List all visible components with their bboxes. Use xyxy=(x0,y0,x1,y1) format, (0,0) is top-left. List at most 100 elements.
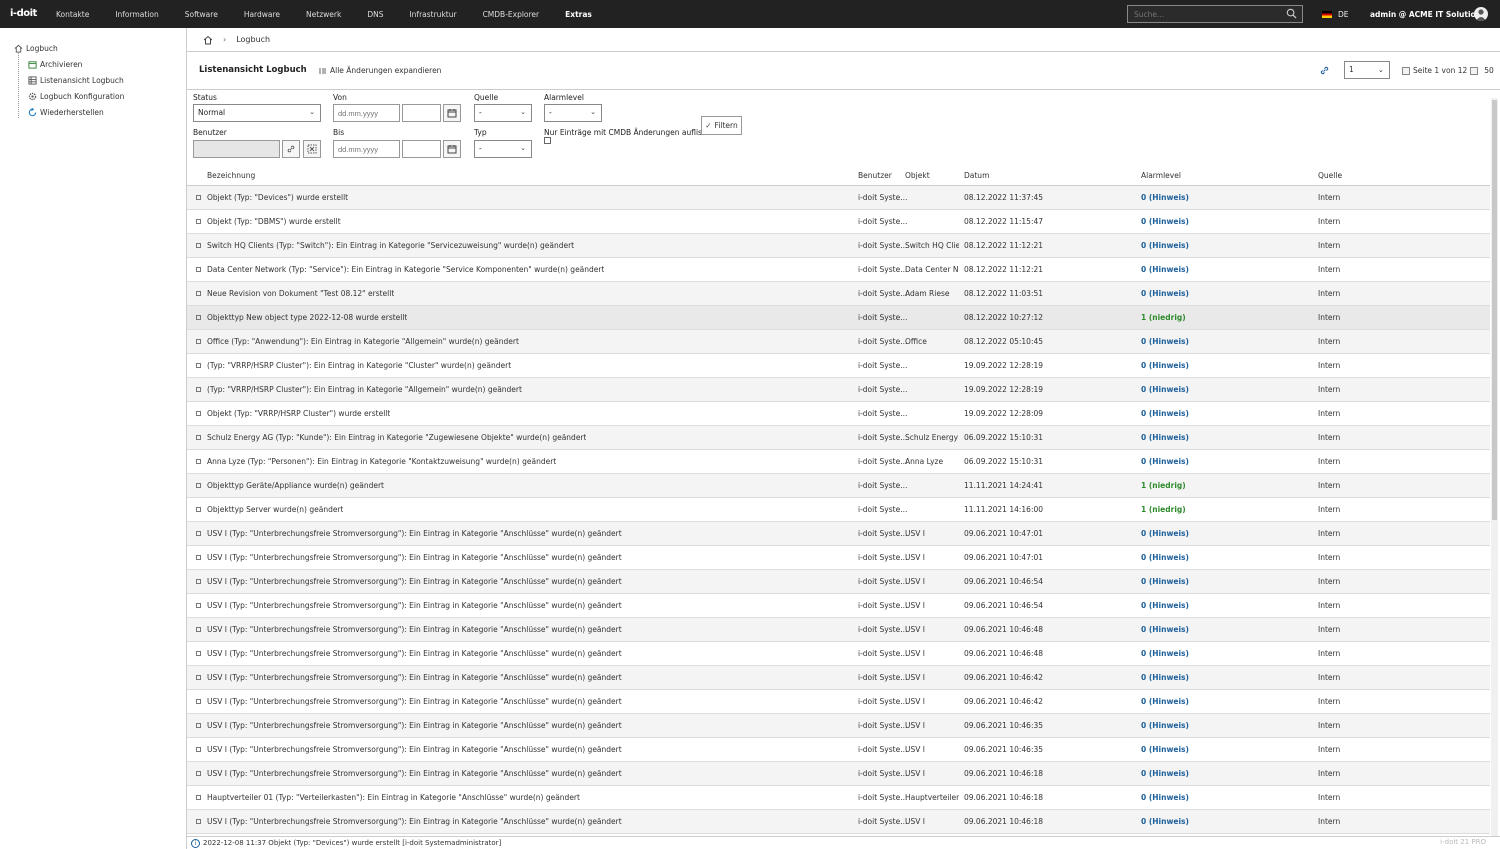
expand-row-icon[interactable] xyxy=(196,819,201,824)
benutzer-link-button[interactable] xyxy=(282,140,300,158)
nav-item-netzwerk[interactable]: Netzwerk xyxy=(306,10,341,19)
sidebar-item-archivieren[interactable]: Archivieren xyxy=(14,56,124,72)
calendar-button[interactable] xyxy=(443,140,461,158)
expand-row-icon[interactable] xyxy=(196,195,201,200)
table-row[interactable]: USV I (Typ: "Unterbrechungsfreie Stromve… xyxy=(187,618,1490,642)
expand-row-icon[interactable] xyxy=(196,627,201,632)
status-select[interactable]: Normal ⌄ xyxy=(193,104,321,122)
nav-item-software[interactable]: Software xyxy=(185,10,218,19)
sidebar-item-logbuch[interactable]: Logbuch xyxy=(14,40,124,56)
column-header-bezeichnung[interactable]: Bezeichnung xyxy=(207,166,255,185)
nav-item-cmdb-explorer[interactable]: CMDB-Explorer xyxy=(483,10,540,19)
nav-item-hardware[interactable]: Hardware xyxy=(244,10,280,19)
expand-row-icon[interactable] xyxy=(196,771,201,776)
expand-all-button[interactable]: Alle Änderungen expandieren xyxy=(319,66,441,75)
table-row[interactable]: USV I (Typ: "Unterbrechungsfreie Stromve… xyxy=(187,666,1490,690)
alarmlevel-select[interactable]: - ⌄ xyxy=(544,104,602,122)
table-row[interactable]: Switch HQ Clients (Typ: "Switch"): Ein E… xyxy=(187,234,1490,258)
expand-row-icon[interactable] xyxy=(196,243,201,248)
table-row[interactable]: USV I (Typ: "Unterbrechungsfreie Stromve… xyxy=(187,690,1490,714)
table-row[interactable]: USV I (Typ: "Unterbrechungsfreie Stromve… xyxy=(187,762,1490,786)
table-row[interactable]: USV I (Typ: "Unterbrechungsfreie Stromve… xyxy=(187,594,1490,618)
search-icon[interactable] xyxy=(1286,8,1297,19)
language-switcher[interactable]: DE xyxy=(1322,10,1349,19)
table-row[interactable]: Hauptverteiler 01 (Typ: "Verteilerkasten… xyxy=(187,786,1490,810)
expand-row-icon[interactable] xyxy=(196,483,201,488)
expand-row-icon[interactable] xyxy=(196,579,201,584)
calendar-button[interactable] xyxy=(443,104,461,122)
table-row[interactable]: Objekt (Typ: "Devices") wurde erstellt i-… xyxy=(187,186,1490,210)
table-row[interactable]: Objekt (Typ: "VRRP/HSRP Cluster") wurde … xyxy=(187,402,1490,426)
expand-row-icon[interactable] xyxy=(196,435,201,440)
table-row[interactable]: USV I (Typ: "Unterbrechungsfreie Stromve… xyxy=(187,522,1490,546)
typ-select[interactable]: - ⌄ xyxy=(474,140,532,158)
expand-row-icon[interactable] xyxy=(196,219,201,224)
avatar[interactable] xyxy=(1474,7,1488,21)
table-row[interactable]: Objekt (Typ: "DBMS") wurde erstellt i-doi… xyxy=(187,210,1490,234)
table-row[interactable]: Schulz Energy AG (Typ: "Kunde"): Ein Ein… xyxy=(187,426,1490,450)
expand-row-icon[interactable] xyxy=(196,507,201,512)
table-row[interactable]: Objekttyp Geräte/Appliance wurde(n) geän… xyxy=(187,474,1490,498)
table-row[interactable]: Neue Revision von Dokument "Test 08.12" … xyxy=(187,282,1490,306)
expand-row-icon[interactable] xyxy=(196,675,201,680)
table-row[interactable]: USV I (Typ: "Unterbrechungsfreie Stromve… xyxy=(187,738,1490,762)
table-row[interactable]: USV I (Typ: "Unterbrechungsfreie Stromve… xyxy=(187,714,1490,738)
expand-row-icon[interactable] xyxy=(196,603,201,608)
search-input[interactable] xyxy=(1127,5,1303,23)
column-header-quelle[interactable]: Quelle xyxy=(1318,166,1342,185)
table-row[interactable]: Anna Lyze (Typ: "Personen"): Ein Eintrag… xyxy=(187,450,1490,474)
benutzer-input[interactable] xyxy=(193,140,280,158)
expand-row-icon[interactable] xyxy=(196,723,201,728)
sidebar-item-listenansicht[interactable]: Listenansicht Logbuch xyxy=(14,72,124,88)
column-header-objekt[interactable]: Objekt xyxy=(905,166,930,185)
table-row[interactable]: USV I (Typ: "Unterbrechungsfreie Stromve… xyxy=(187,810,1490,834)
expand-row-icon[interactable] xyxy=(196,315,201,320)
von-date-input[interactable] xyxy=(333,104,400,122)
expand-row-icon[interactable] xyxy=(196,387,201,392)
filter-button[interactable]: ✓ Filtern xyxy=(701,116,742,135)
table-row[interactable]: Office (Typ: "Anwendung"): Ein Eintrag i… xyxy=(187,330,1490,354)
expand-row-icon[interactable] xyxy=(196,339,201,344)
app-logo[interactable]: i-doit xyxy=(10,8,37,19)
table-row[interactable]: Objekttyp Server wurde(n) geändert i-doit… xyxy=(187,498,1490,522)
column-header-datum[interactable]: Datum xyxy=(964,166,989,185)
bis-time-input[interactable] xyxy=(402,140,441,158)
nav-item-information[interactable]: Information xyxy=(115,10,158,19)
table-row[interactable]: USV I (Typ: "Unterbrechungsfreie Stromve… xyxy=(187,546,1490,570)
table-row[interactable]: (Typ: "VRRP/HSRP Cluster"): Ein Eintrag … xyxy=(187,378,1490,402)
page-select[interactable]: 1 ⌄ xyxy=(1344,61,1390,79)
cmdb-only-checkbox[interactable] xyxy=(544,137,551,144)
table-row[interactable]: USV I (Typ: "Unterbrechungsfreie Stromve… xyxy=(187,570,1490,594)
expand-row-icon[interactable] xyxy=(196,555,201,560)
expand-row-icon[interactable] xyxy=(196,411,201,416)
expand-row-icon[interactable] xyxy=(196,291,201,296)
table-row[interactable]: USV I (Typ: "Unterbrechungsfreie Stromve… xyxy=(187,642,1490,666)
expand-row-icon[interactable] xyxy=(196,531,201,536)
expand-row-icon[interactable] xyxy=(196,795,201,800)
benutzer-clear-button[interactable] xyxy=(303,140,321,158)
scrollbar-thumb[interactable] xyxy=(1492,100,1497,520)
bis-date-input[interactable] xyxy=(333,140,400,158)
nav-item-extras[interactable]: Extras xyxy=(565,10,592,19)
user-menu[interactable]: admin @ ACME IT Solutions xyxy=(1370,10,1485,19)
table-row[interactable]: Objekttyp New object type 2022-12-08 wur… xyxy=(187,306,1490,330)
column-header-benutzer[interactable]: Benutzer xyxy=(858,166,892,185)
column-header-alarmlevel[interactable]: Alarmlevel xyxy=(1141,166,1181,185)
quelle-select[interactable]: - ⌄ xyxy=(474,104,532,122)
expand-row-icon[interactable] xyxy=(196,699,201,704)
table-row[interactable]: (Typ: "VRRP/HSRP Cluster"): Ein Eintrag … xyxy=(187,354,1490,378)
nav-item-infrastruktur[interactable]: Infrastruktur xyxy=(409,10,456,19)
per-page-value[interactable]: 50 xyxy=(1484,66,1494,75)
sidebar-item-konfiguration[interactable]: Logbuch Konfiguration xyxy=(14,88,124,104)
expand-row-icon[interactable] xyxy=(196,363,201,368)
von-time-input[interactable] xyxy=(402,104,441,122)
nav-item-dns[interactable]: DNS xyxy=(367,10,383,19)
vertical-scrollbar[interactable] xyxy=(1491,98,1498,848)
expand-row-icon[interactable] xyxy=(196,651,201,656)
table-row[interactable]: Data Center Network (Typ: "Service"): Ei… xyxy=(187,258,1490,282)
expand-row-icon[interactable] xyxy=(196,459,201,464)
nav-item-kontakte[interactable]: Kontakte xyxy=(56,10,89,19)
home-icon[interactable] xyxy=(203,35,213,45)
link-icon[interactable] xyxy=(1319,65,1330,76)
breadcrumb-current[interactable]: Logbuch xyxy=(236,35,270,44)
